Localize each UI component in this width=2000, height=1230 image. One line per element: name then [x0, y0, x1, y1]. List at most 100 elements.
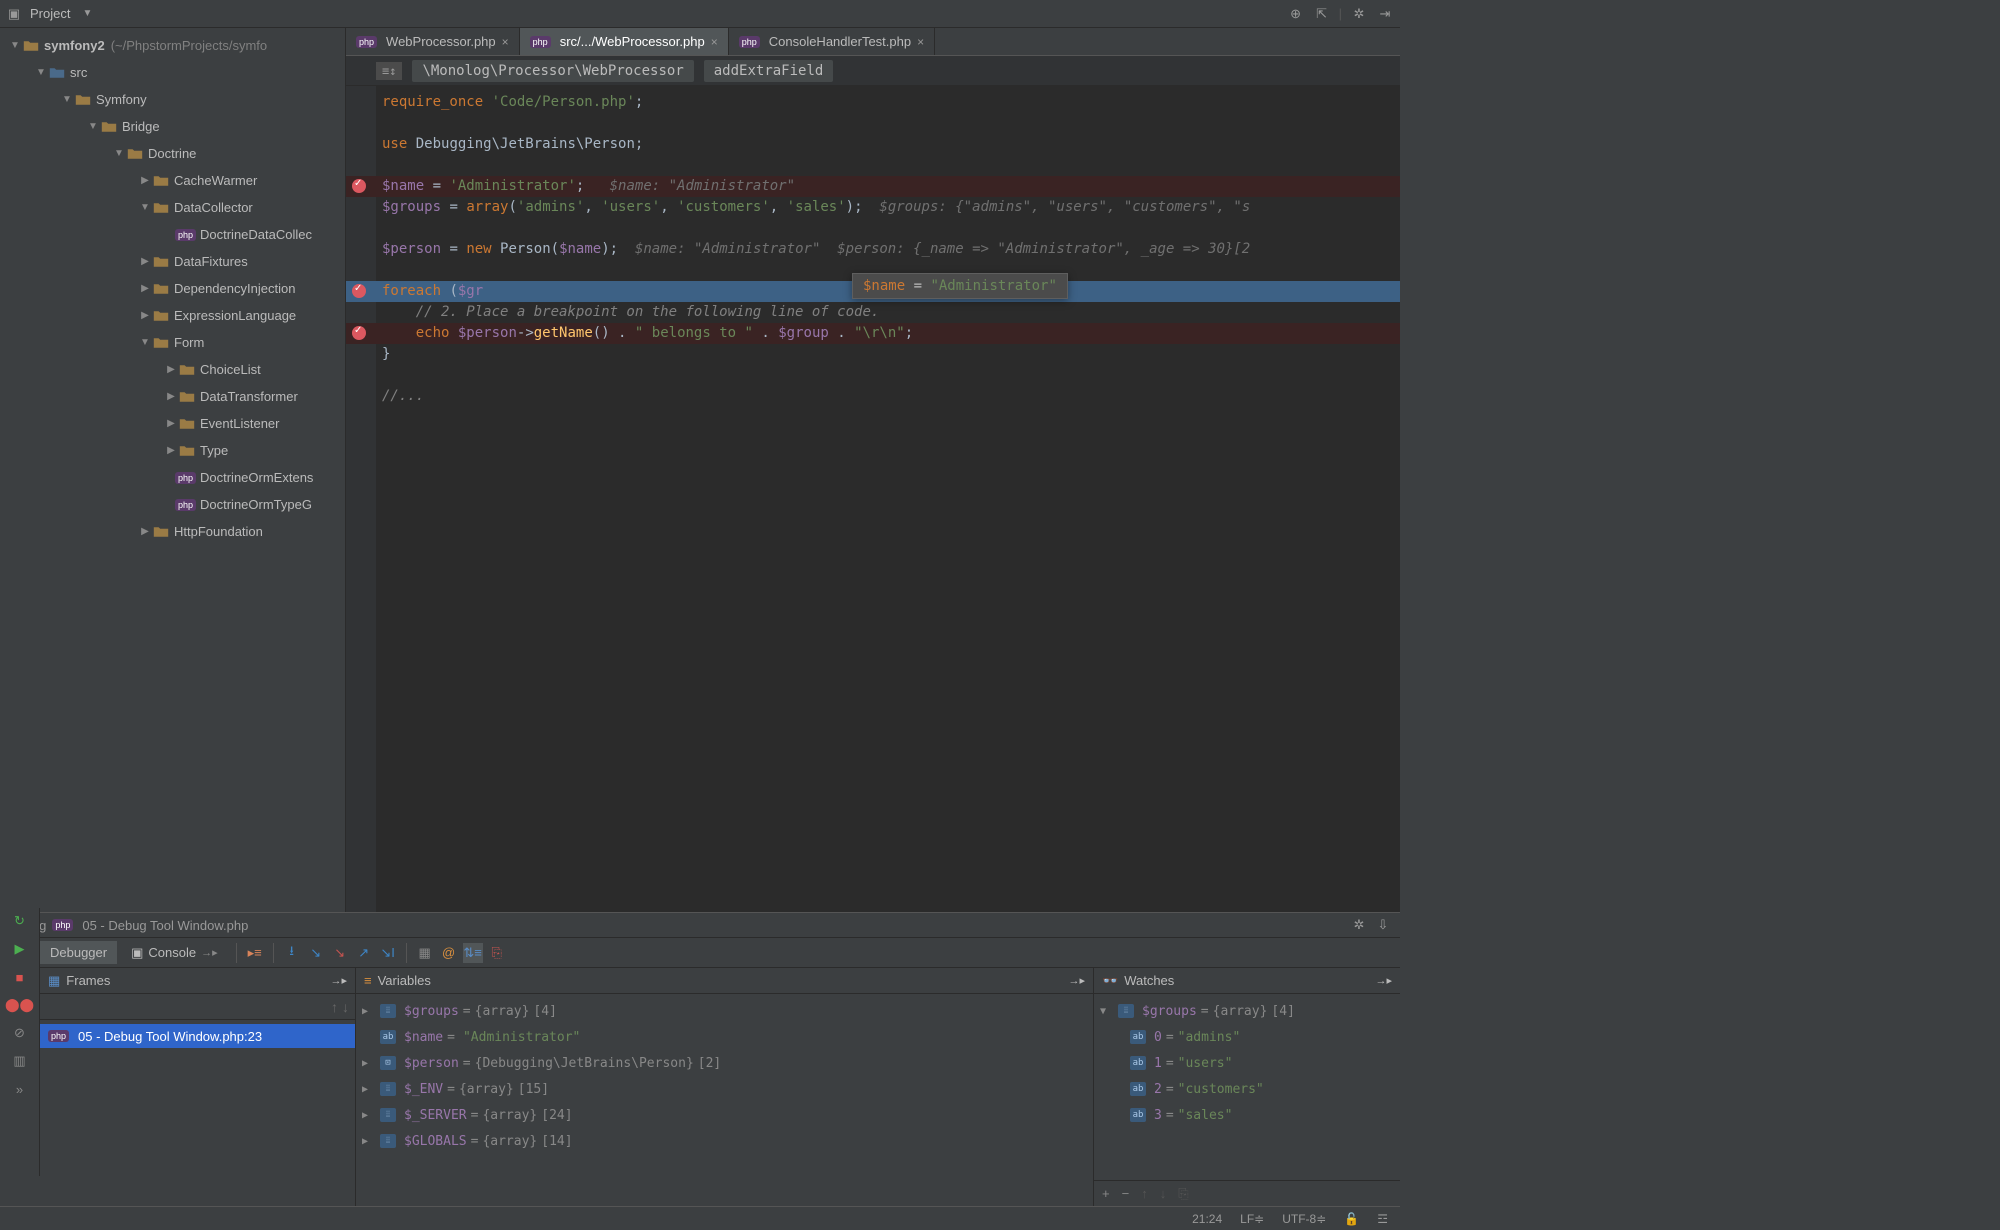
tree-item[interactable]: ▶ChoiceList — [0, 356, 345, 383]
tree-item[interactable]: ▶HttpFoundation — [0, 518, 345, 545]
tree-item[interactable]: ▶EventListener — [0, 410, 345, 437]
tree-item[interactable]: ▼Bridge — [0, 113, 345, 140]
watches-icon: 👓 — [1102, 973, 1118, 989]
copy-icon[interactable]: ⎘ — [487, 943, 507, 963]
variable-row[interactable]: ▶⊡$person = {Debugging\JetBrains\Person}… — [356, 1050, 1093, 1076]
php-file-icon: php — [530, 36, 551, 48]
value-tooltip: $name = "Administrator" — [852, 273, 1068, 299]
run-to-cursor-icon[interactable]: ↘I — [378, 943, 398, 963]
locate-icon[interactable]: ⊕ — [1287, 5, 1305, 23]
close-icon[interactable]: × — [917, 35, 924, 49]
hide-icon[interactable]: ⇥ — [1376, 5, 1394, 23]
php-file-icon: php — [356, 36, 377, 48]
settings-icon[interactable]: ✲ — [1350, 5, 1368, 23]
variables-menu-icon[interactable]: →▸ — [1068, 974, 1085, 987]
watch-item[interactable]: ab0 = "admins" — [1094, 1024, 1400, 1050]
resume-icon[interactable]: ▶ — [11, 940, 29, 958]
show-exec-point-icon[interactable]: ▸≡ — [245, 943, 265, 963]
frame-up-icon[interactable]: ↑ — [331, 999, 338, 1015]
watch-down-icon[interactable]: ↓ — [1160, 1186, 1167, 1201]
tree-item[interactable]: ▼src — [0, 59, 345, 86]
tree-item[interactable]: phpDoctrineOrmTypeG — [0, 491, 345, 518]
watches-menu-icon[interactable]: →▸ — [1375, 974, 1392, 987]
variable-row[interactable]: ▶⦙⦙$_SERVER = {array} [24] — [356, 1102, 1093, 1128]
step-over-icon[interactable]: ⭳ — [282, 943, 302, 963]
tree-item[interactable]: ▶DataTransformer — [0, 383, 345, 410]
variables-pane: ≡Variables →▸ ▶⦙⦙$groups = {array} [4]ab… — [356, 968, 1094, 1206]
variable-row[interactable]: ▶⦙⦙$GLOBALS = {array} [14] — [356, 1128, 1093, 1154]
status-line-ending[interactable]: LF≑ — [1240, 1212, 1264, 1226]
breadcrumb[interactable]: ≡↕ \Monolog\Processor\WebProcessor addEx… — [346, 56, 1400, 86]
close-icon[interactable]: × — [502, 35, 509, 49]
variable-row[interactable]: ▶⦙⦙$groups = {array} [4] — [356, 998, 1093, 1024]
frame-down-icon[interactable]: ↓ — [342, 999, 349, 1015]
tree-item[interactable]: ▶ExpressionLanguage — [0, 302, 345, 329]
close-icon[interactable]: × — [711, 35, 718, 49]
watch-item[interactable]: ab3 = "sales" — [1094, 1102, 1400, 1128]
frame-label: 05 - Debug Tool Window.php:23 — [78, 1029, 262, 1044]
breadcrumb-nav-icon[interactable]: ≡↕ — [376, 62, 402, 80]
tree-item[interactable]: ▶Type — [0, 437, 345, 464]
frame-row[interactable]: php 05 - Debug Tool Window.php:23 — [40, 1024, 355, 1048]
debug-side-toolbar: ↻ ▶ ■ ⬤⬤ ⊘ ▥ » — [0, 908, 40, 1176]
tree-item[interactable]: phpDoctrineDataCollec — [0, 221, 345, 248]
status-pos[interactable]: 21:24 — [1192, 1212, 1222, 1226]
console-tab[interactable]: ▣Console→▸ — [121, 941, 228, 965]
tree-item[interactable]: ▶DependencyInjection — [0, 275, 345, 302]
watch-item[interactable]: ab1 = "users" — [1094, 1050, 1400, 1076]
rerun-icon[interactable]: ↻ — [11, 912, 29, 930]
editor-area: phpWebProcessor.php×phpsrc/.../WebProces… — [346, 28, 1400, 912]
view-breakpoints-icon[interactable]: ⬤⬤ — [11, 996, 29, 1014]
project-tree[interactable]: ▼symfony2(~/PhpstormProjects/symfo▼src▼S… — [0, 28, 346, 912]
duplicate-watch-icon[interactable]: ⎘ — [1178, 1186, 1188, 1202]
frames-dropdown-icon[interactable]: →▸ — [330, 974, 347, 987]
tree-item[interactable]: ▶DataFixtures — [0, 248, 345, 275]
mute-breakpoints-icon[interactable]: ⊘ — [11, 1024, 29, 1042]
variable-row[interactable]: ▶⦙⦙$_ENV = {array} [15] — [356, 1076, 1093, 1102]
status-inspector-icon[interactable]: ☲ — [1377, 1212, 1388, 1226]
tree-root[interactable]: ▼symfony2(~/PhpstormProjects/symfo — [0, 32, 345, 59]
tree-item[interactable]: ▼DataCollector — [0, 194, 345, 221]
project-icon: ▣ — [6, 6, 22, 22]
watches-pane: 👓Watches →▸ ▼⦙⦙$groups = {array} [4]ab0 … — [1094, 968, 1400, 1206]
php-file-icon: php — [739, 36, 760, 48]
code-editor[interactable]: require_once 'Code/Person.php'; use Debu… — [346, 86, 1400, 912]
evaluate-icon[interactable]: ▦ — [415, 943, 435, 963]
tree-item[interactable]: ▼Doctrine — [0, 140, 345, 167]
watch-up-icon[interactable]: ↑ — [1141, 1186, 1148, 1201]
sort-icon[interactable]: ⇅≡ — [463, 943, 483, 963]
step-out-icon[interactable]: ↗ — [354, 943, 374, 963]
settings-icon[interactable]: ▥ — [11, 1052, 29, 1070]
more-icon[interactable]: » — [11, 1080, 29, 1098]
tree-item[interactable]: ▼Symfony — [0, 86, 345, 113]
editor-tab[interactable]: phpConsoleHandlerTest.php× — [729, 28, 935, 55]
force-step-into-icon[interactable]: ↘ — [330, 943, 350, 963]
status-lock-icon[interactable]: 🔓 — [1344, 1212, 1359, 1226]
debug-toolbar: Debugger ▣Console→▸ ▸≡ ⭳ ↘ ↘ ↗ ↘I ▦ @ ⇅≡… — [0, 938, 1400, 968]
debug-hide-icon[interactable]: ⇩ — [1374, 916, 1392, 934]
status-encoding[interactable]: UTF-8≑ — [1282, 1212, 1326, 1226]
debug-tool-window-header[interactable]: Debug php 05 - Debug Tool Window.php ✲ ⇩ — [0, 912, 1400, 938]
tree-item[interactable]: ▶CacheWarmer — [0, 167, 345, 194]
editor-tab[interactable]: phpWebProcessor.php× — [346, 28, 520, 55]
php-file-icon: php — [48, 1030, 69, 1042]
breadcrumb-namespace[interactable]: \Monolog\Processor\WebProcessor — [412, 60, 693, 82]
frames-title: Frames — [66, 973, 110, 988]
breadcrumb-method[interactable]: addExtraField — [704, 60, 834, 82]
debug-gear-icon[interactable]: ✲ — [1350, 916, 1368, 934]
add-watch-icon[interactable]: + — [1102, 1186, 1110, 1201]
at-icon[interactable]: @ — [439, 943, 459, 963]
step-into-icon[interactable]: ↘ — [306, 943, 326, 963]
debugger-tab[interactable]: Debugger — [40, 941, 117, 964]
variable-row[interactable]: ab$name = "Administrator" — [356, 1024, 1093, 1050]
watch-item[interactable]: ab2 = "customers" — [1094, 1076, 1400, 1102]
stop-icon[interactable]: ■ — [11, 968, 29, 986]
remove-watch-icon[interactable]: − — [1122, 1186, 1130, 1201]
collapse-icon[interactable]: ⇱ — [1313, 5, 1331, 23]
tree-item[interactable]: ▼Form — [0, 329, 345, 356]
tree-item[interactable]: phpDoctrineOrmExtens — [0, 464, 345, 491]
watch-row[interactable]: ▼⦙⦙$groups = {array} [4] — [1094, 998, 1400, 1024]
editor-tab[interactable]: phpsrc/.../WebProcessor.php× — [520, 28, 729, 55]
project-dropdown-icon[interactable]: ▼ — [82, 8, 92, 19]
project-label[interactable]: Project — [30, 6, 70, 21]
